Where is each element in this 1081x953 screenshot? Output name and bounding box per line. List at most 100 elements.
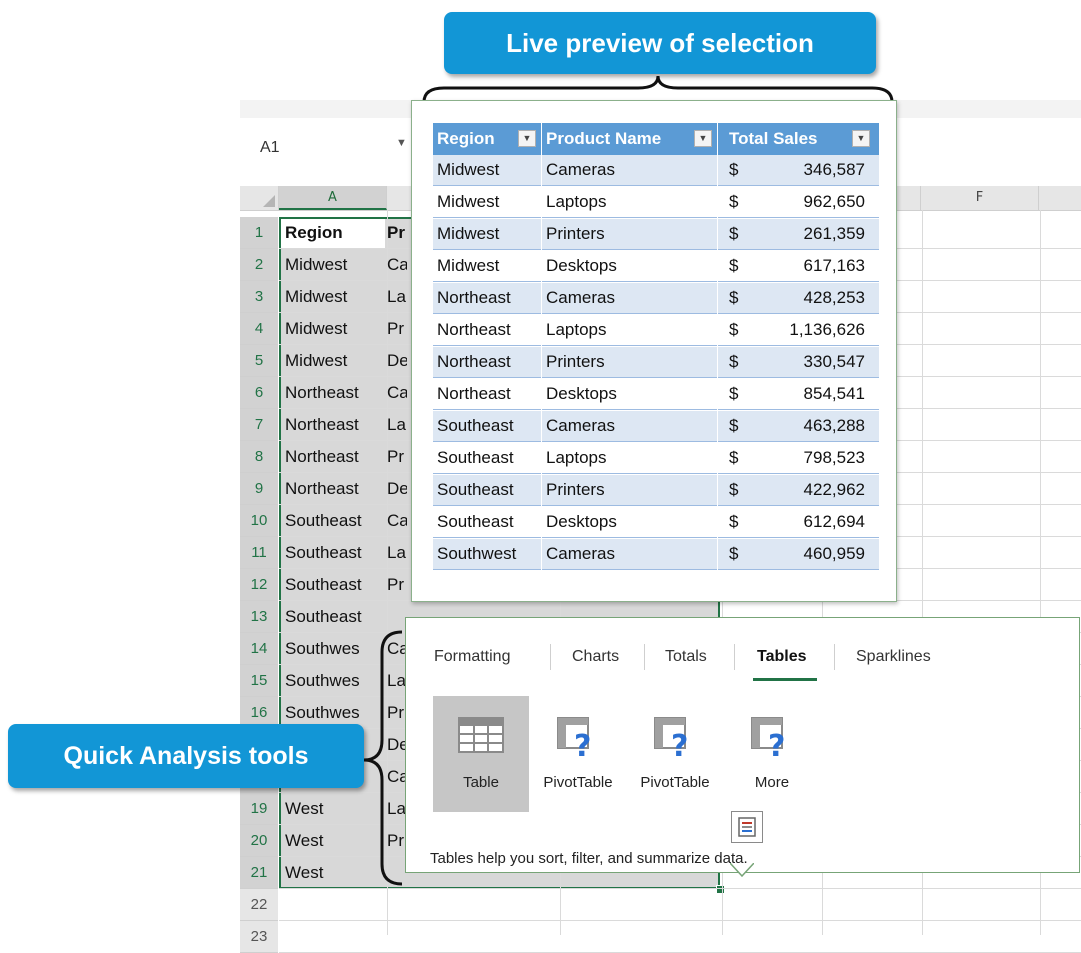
preview-cell-amount: 463,288	[803, 416, 865, 435]
preview-cell-region: Southwest	[437, 544, 517, 563]
row-header[interactable]: 21	[240, 857, 278, 889]
cell-col-a[interactable]: Midwest	[285, 287, 383, 307]
row-header[interactable]: 13	[240, 601, 278, 633]
tab-tables[interactable]: Tables	[757, 648, 807, 666]
cell-col-a[interactable]: Southeast	[285, 543, 383, 563]
preview-cell-dollar: $	[729, 256, 739, 275]
cell-col-b[interactable]: Pr	[387, 223, 407, 243]
header-region: Region	[437, 129, 495, 148]
row-header[interactable]: 4	[240, 313, 278, 345]
option-table[interactable]: Table	[433, 696, 529, 812]
column-header-f[interactable]: F	[921, 186, 1039, 210]
preview-row: Northeast Laptops $1,136,626	[433, 315, 879, 346]
svg-text:?: ?	[574, 729, 591, 760]
row-header[interactable]: 23	[240, 921, 278, 953]
column-header-a[interactable]: A	[279, 186, 387, 210]
select-all-corner[interactable]	[240, 186, 279, 211]
cell-col-b[interactable]: De	[387, 479, 407, 499]
preview-cell-product: Cameras	[546, 416, 615, 435]
preview-cell-amount: 1,136,626	[789, 320, 865, 339]
cell-col-a[interactable]: Northeast	[285, 383, 383, 403]
fill-handle[interactable]	[716, 885, 725, 894]
preview-cell-region: Northeast	[437, 288, 511, 307]
tab-formatting[interactable]: Formatting	[434, 648, 510, 666]
preview-cell-product: Laptops	[546, 448, 607, 467]
row-header[interactable]: 3	[240, 281, 278, 313]
column-header-g[interactable]: G	[1039, 186, 1081, 210]
row-header[interactable]: 11	[240, 537, 278, 569]
preview-cell-amount: 261,359	[803, 224, 865, 243]
cell-col-b[interactable]: Ca	[387, 383, 407, 403]
row-header[interactable]: 20	[240, 825, 278, 857]
filter-dropdown-icon[interactable]: ▼	[852, 130, 870, 147]
option-pivottable-2[interactable]: ? PivotTable	[627, 696, 723, 812]
cell-col-a[interactable]: Midwest	[285, 351, 383, 371]
preview-cell-dollar: $	[729, 384, 739, 403]
cell-col-b[interactable]: Pr	[387, 319, 407, 339]
option-description: Tables help you sort, filter, and summar…	[430, 850, 748, 867]
cell-col-b[interactable]: Pr	[387, 575, 407, 595]
name-box[interactable]: A1 ▼	[248, 133, 407, 163]
preview-cell-dollar: $	[729, 480, 739, 499]
preview-cell-dollar: $	[729, 544, 739, 563]
row-header[interactable]: 12	[240, 569, 278, 601]
row-header[interactable]: 14	[240, 633, 278, 665]
cell-col-a[interactable]: Northeast	[285, 415, 383, 435]
cell-col-a[interactable]: Region	[285, 223, 383, 243]
row-header[interactable]: 1	[240, 217, 278, 249]
preview-cell-region: Northeast	[437, 352, 511, 371]
preview-cell-product: Printers	[546, 480, 605, 499]
cell-col-a[interactable]: Midwest	[285, 319, 383, 339]
preview-row: Southwest Cameras $460,959	[433, 539, 879, 570]
tab-sparklines[interactable]: Sparklines	[856, 648, 931, 666]
caret-down-icon[interactable]: ▼	[396, 137, 407, 149]
cell-col-a[interactable]: Northeast	[285, 447, 383, 467]
row-header[interactable]: 10	[240, 505, 278, 537]
tab-totals[interactable]: Totals	[665, 648, 707, 666]
option-more-label: More	[754, 774, 790, 791]
row-header[interactable]: 5	[240, 345, 278, 377]
row-header[interactable]: 7	[240, 409, 278, 441]
row-header[interactable]: 8	[240, 441, 278, 473]
cell-col-a[interactable]: Northeast	[285, 479, 383, 499]
cell-col-b[interactable]: La	[387, 287, 407, 307]
callout-live-preview: Live preview of selection	[444, 12, 876, 74]
row-gridline	[279, 920, 1081, 921]
preview-cell-dollar: $	[729, 160, 739, 179]
option-pivottable-1[interactable]: ? PivotTable	[530, 696, 626, 812]
preview-cell-region: Southeast	[437, 512, 514, 531]
row-header[interactable]: 19	[240, 793, 278, 825]
row-header[interactable]: 2	[240, 249, 278, 281]
cell-col-b[interactable]: La	[387, 415, 407, 435]
cell-col-a[interactable]: Midwest	[285, 255, 383, 275]
cell-col-b[interactable]: Pr	[387, 447, 407, 467]
preview-cell-amount: 428,253	[803, 288, 865, 307]
cell-col-b[interactable]: Ca	[387, 511, 407, 531]
cell-col-b[interactable]: Ca	[387, 255, 407, 275]
preview-cell-product: Laptops	[546, 320, 607, 339]
cell-col-a[interactable]: Southeast	[285, 607, 383, 627]
filter-dropdown-icon[interactable]: ▼	[694, 130, 712, 147]
cell-col-b[interactable]: De	[387, 351, 407, 371]
filter-dropdown-icon[interactable]: ▼	[518, 130, 536, 147]
row-header[interactable]: 22	[240, 889, 278, 921]
bracket-left	[363, 630, 403, 886]
row-header[interactable]: 6	[240, 377, 278, 409]
cell-col-b[interactable]: La	[387, 543, 407, 563]
live-preview-popup: Region ▼ Product Name ▼ Total Sales ▼ Mi…	[411, 100, 897, 602]
quick-analysis-icon	[738, 817, 756, 837]
preview-cell-dollar: $	[729, 512, 739, 531]
cell-col-a[interactable]: Southeast	[285, 511, 383, 531]
header-total: Total Sales	[729, 129, 818, 148]
preview-cell-product: Cameras	[546, 160, 615, 179]
row-header[interactable]: 9	[240, 473, 278, 505]
preview-cell-product: Laptops	[546, 192, 607, 211]
svg-text:?: ?	[671, 729, 688, 760]
cell-col-a[interactable]: Southeast	[285, 575, 383, 595]
option-more[interactable]: ? More	[724, 696, 820, 812]
tab-charts[interactable]: Charts	[572, 648, 619, 666]
row-header[interactable]: 15	[240, 665, 278, 697]
preview-row: Midwest Laptops $962,650	[433, 187, 879, 218]
preview-row: Northeast Cameras $428,253	[433, 283, 879, 314]
quick-analysis-button[interactable]	[731, 811, 763, 843]
